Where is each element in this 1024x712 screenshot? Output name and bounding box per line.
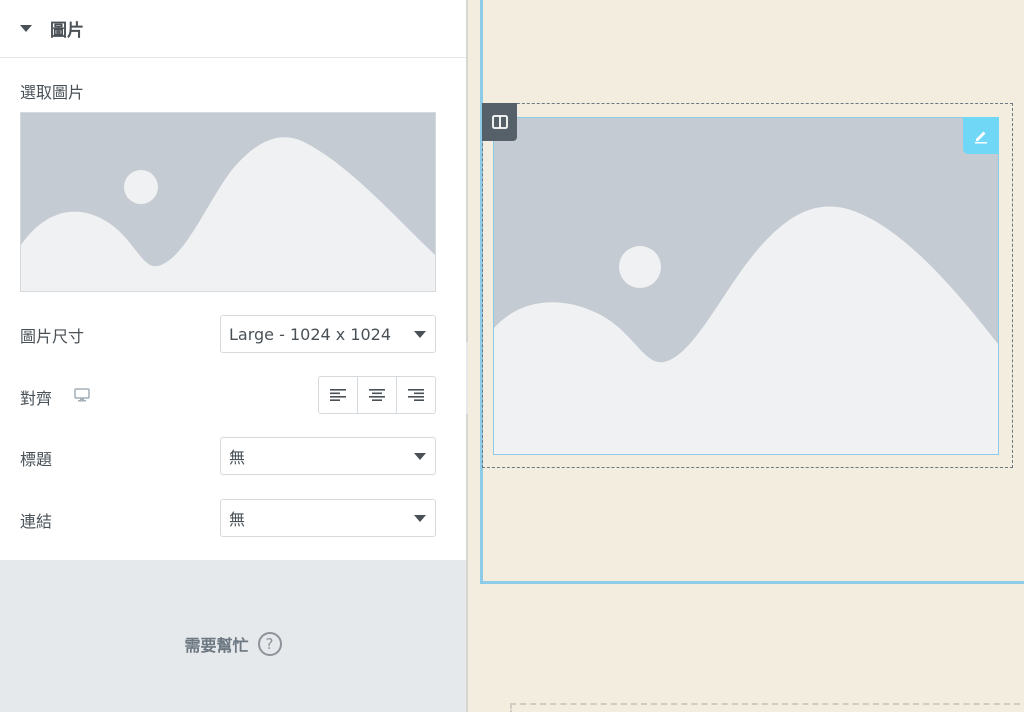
image-picker[interactable] [20, 112, 436, 292]
choose-image-label: 選取圖片 [20, 83, 85, 102]
caret-down-icon [20, 25, 32, 32]
align-left-button[interactable] [319, 377, 358, 413]
placeholder-image-icon [494, 118, 998, 454]
align-center-button[interactable] [358, 377, 397, 413]
align-right-button[interactable] [397, 377, 435, 413]
align-left-icon [330, 389, 346, 401]
editor-panel: 圖片 選取圖片 圖片尺寸 Large - 1024 x 1024 對齊 標題 無… [0, 0, 466, 712]
need-help-text: 需要幫忙 [184, 636, 249, 655]
link-label: 連結 [20, 512, 53, 531]
need-help-link[interactable]: 需要幫忙 ? [0, 632, 466, 656]
align-center-icon [369, 389, 385, 401]
desktop-monitor-icon[interactable] [74, 388, 90, 402]
caption-select[interactable]: 無 [220, 437, 436, 475]
question-circle-icon: ? [257, 632, 282, 656]
pencil-icon [975, 131, 987, 143]
help-area: 需要幫忙 ? [0, 560, 466, 712]
chevron-down-icon [414, 331, 426, 338]
alignment-label: 對齊 [20, 389, 53, 408]
alignment-control [318, 376, 436, 414]
image-size-label: 圖片尺寸 [20, 327, 85, 346]
column-layout-icon [491, 115, 508, 129]
section-title: 圖片 [50, 21, 84, 41]
link-value: 無 [229, 510, 246, 529]
empty-section-outline [510, 703, 1024, 712]
placeholder-image-icon [21, 113, 435, 291]
column-handle[interactable] [482, 103, 517, 141]
image-widget[interactable] [493, 117, 999, 455]
caption-value: 無 [229, 448, 246, 467]
link-select[interactable]: 無 [220, 499, 436, 537]
caption-label: 標題 [20, 450, 53, 469]
chevron-down-icon [414, 453, 426, 460]
image-size-select[interactable]: Large - 1024 x 1024 [220, 315, 436, 353]
chevron-down-icon [414, 515, 426, 522]
align-right-icon [408, 389, 424, 401]
image-size-value: Large - 1024 x 1024 [229, 324, 392, 344]
edit-widget-button[interactable] [963, 117, 999, 154]
section-header-image[interactable]: 圖片 [0, 0, 466, 58]
